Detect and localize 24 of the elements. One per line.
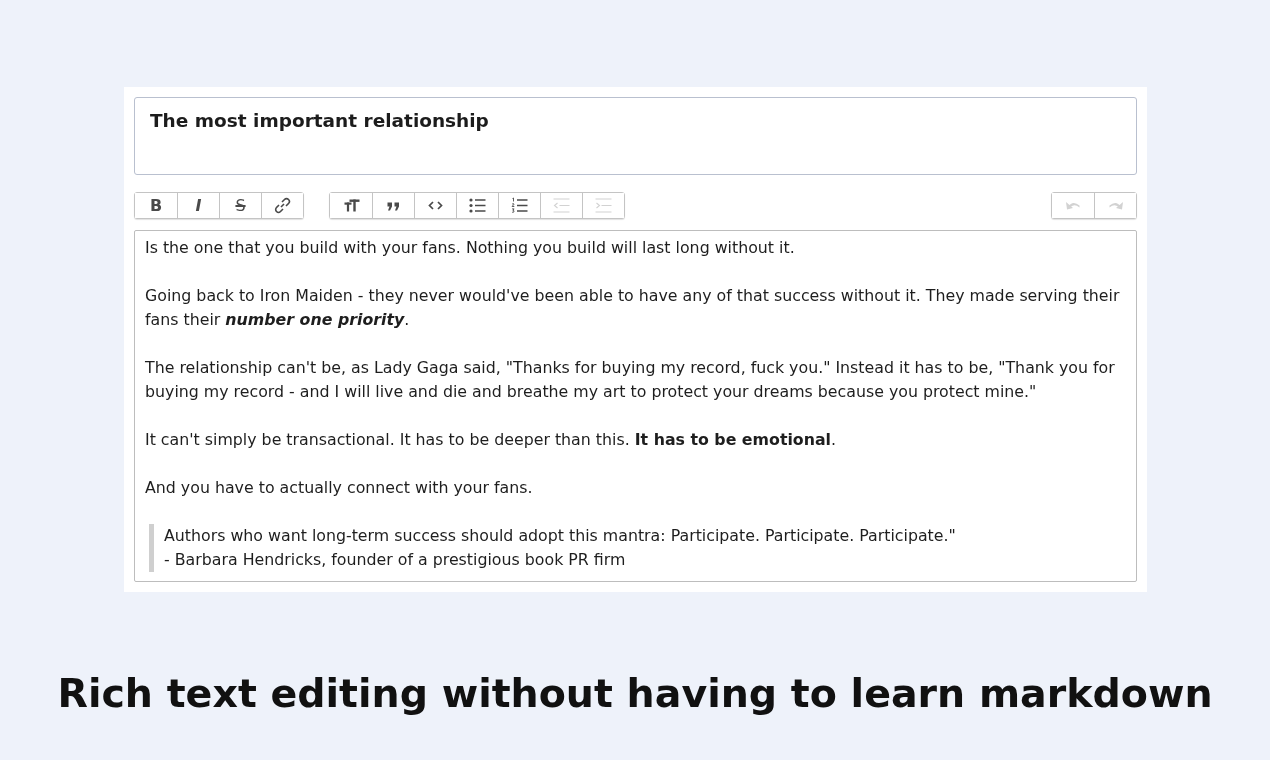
paragraph: Going back to Iron Maiden - they never would've been able to have any of that success without it. They made serving their fans their number one priority. [145,285,1121,331]
link-icon [274,197,291,214]
caption-heading: Rich text editing without having to learn markdown [57,670,1213,716]
title-field[interactable]: The most important relationship [134,97,1137,175]
bullet-list-icon [469,197,486,214]
quote-button[interactable] [372,193,414,218]
text-size-icon [342,197,360,214]
numbered-list-icon [511,197,528,214]
paragraph: It can't simply be transactional. It has to be deeper than this. It has to be emotional. [145,429,838,451]
paragraph: Is the one that you build with your fans. Nothing you build will last long without it. [145,237,796,259]
paragraph: The relationship can't be, as Lady Gaga said, "Thanks for buying my record, fuck you." Instead it has to be, "Thank you for buying my record - and I will live and die and breathe my art to protect your dreams because you protect mine." [145,357,1116,403]
quote-line: Authors who want long-term success should adopt this mantra: Participate. Participate. Participate." [164,525,957,547]
quote-line: - Barbara Hendricks, founder of a prestigious book PR firm [164,549,627,571]
strikethrough-button[interactable]: S [219,193,261,218]
paragraph: And you have to actually connect with your fans. [145,477,534,499]
bullet-list-button[interactable] [456,193,498,218]
bold-button[interactable]: B [135,193,177,218]
heading-button[interactable] [330,193,372,218]
text-editor-field[interactable] [134,230,1137,582]
outdent-icon [553,197,570,214]
indent-icon [595,197,612,214]
numbered-list-button[interactable] [498,193,540,218]
link-button[interactable] [261,193,303,218]
italic-button[interactable]: I [177,193,219,218]
